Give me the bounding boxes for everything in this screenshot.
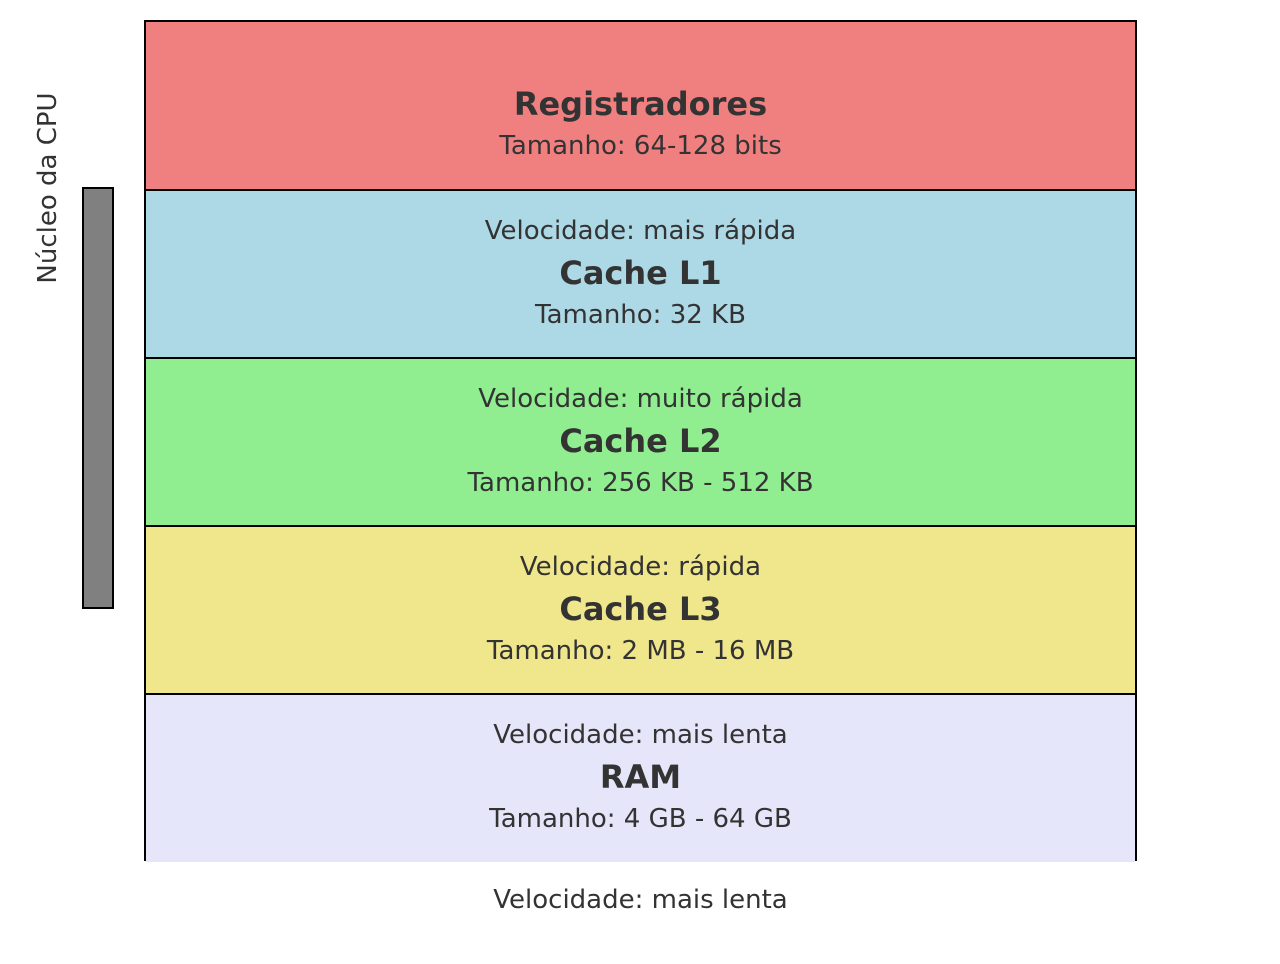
- layer-name: Cache L3: [559, 590, 722, 628]
- cpu-core-bar: [82, 187, 114, 609]
- layer-cache-l2: Velocidade: muito rápida Cache L2 Tamanh…: [146, 357, 1135, 526]
- layer-speed: Velocidade: mais lenta: [493, 720, 788, 750]
- layer-cache-l1: Velocidade: mais rápida Cache L1 Tamanho…: [146, 189, 1135, 358]
- layer-speed: Velocidade: rápida: [519, 552, 762, 582]
- layer-ram: Velocidade: mais lenta RAM Tamanho: 4 GB…: [146, 693, 1135, 862]
- layer-size: Tamanho: 4 GB - 64 GB: [489, 804, 792, 834]
- layer-speed: Velocidade: muito rápida: [478, 384, 803, 414]
- layer-name: Cache L2: [559, 422, 722, 460]
- layer-name: Cache L1: [559, 254, 722, 292]
- layer-speed: Velocidade: mais rápida: [484, 216, 797, 246]
- layer-name: Registradores: [513, 85, 768, 123]
- layer-name: RAM: [599, 758, 682, 796]
- layer-size: Tamanho: 256 KB - 512 KB: [467, 468, 814, 498]
- bottom-speed-label: Velocidade: mais lenta: [493, 885, 788, 915]
- cpu-core-label: Núcleo da CPU: [33, 92, 63, 284]
- layer-size: Tamanho: 32 KB: [535, 300, 746, 330]
- layer-cache-l3: Velocidade: rápida Cache L3 Tamanho: 2 M…: [146, 525, 1135, 694]
- memory-hierarchy-stack: Registradores Tamanho: 64-128 bits Veloc…: [144, 20, 1137, 862]
- layer-size: Tamanho: 64-128 bits: [499, 131, 782, 161]
- layer-registers: Registradores Tamanho: 64-128 bits: [146, 22, 1135, 190]
- layer-size: Tamanho: 2 MB - 16 MB: [486, 636, 795, 666]
